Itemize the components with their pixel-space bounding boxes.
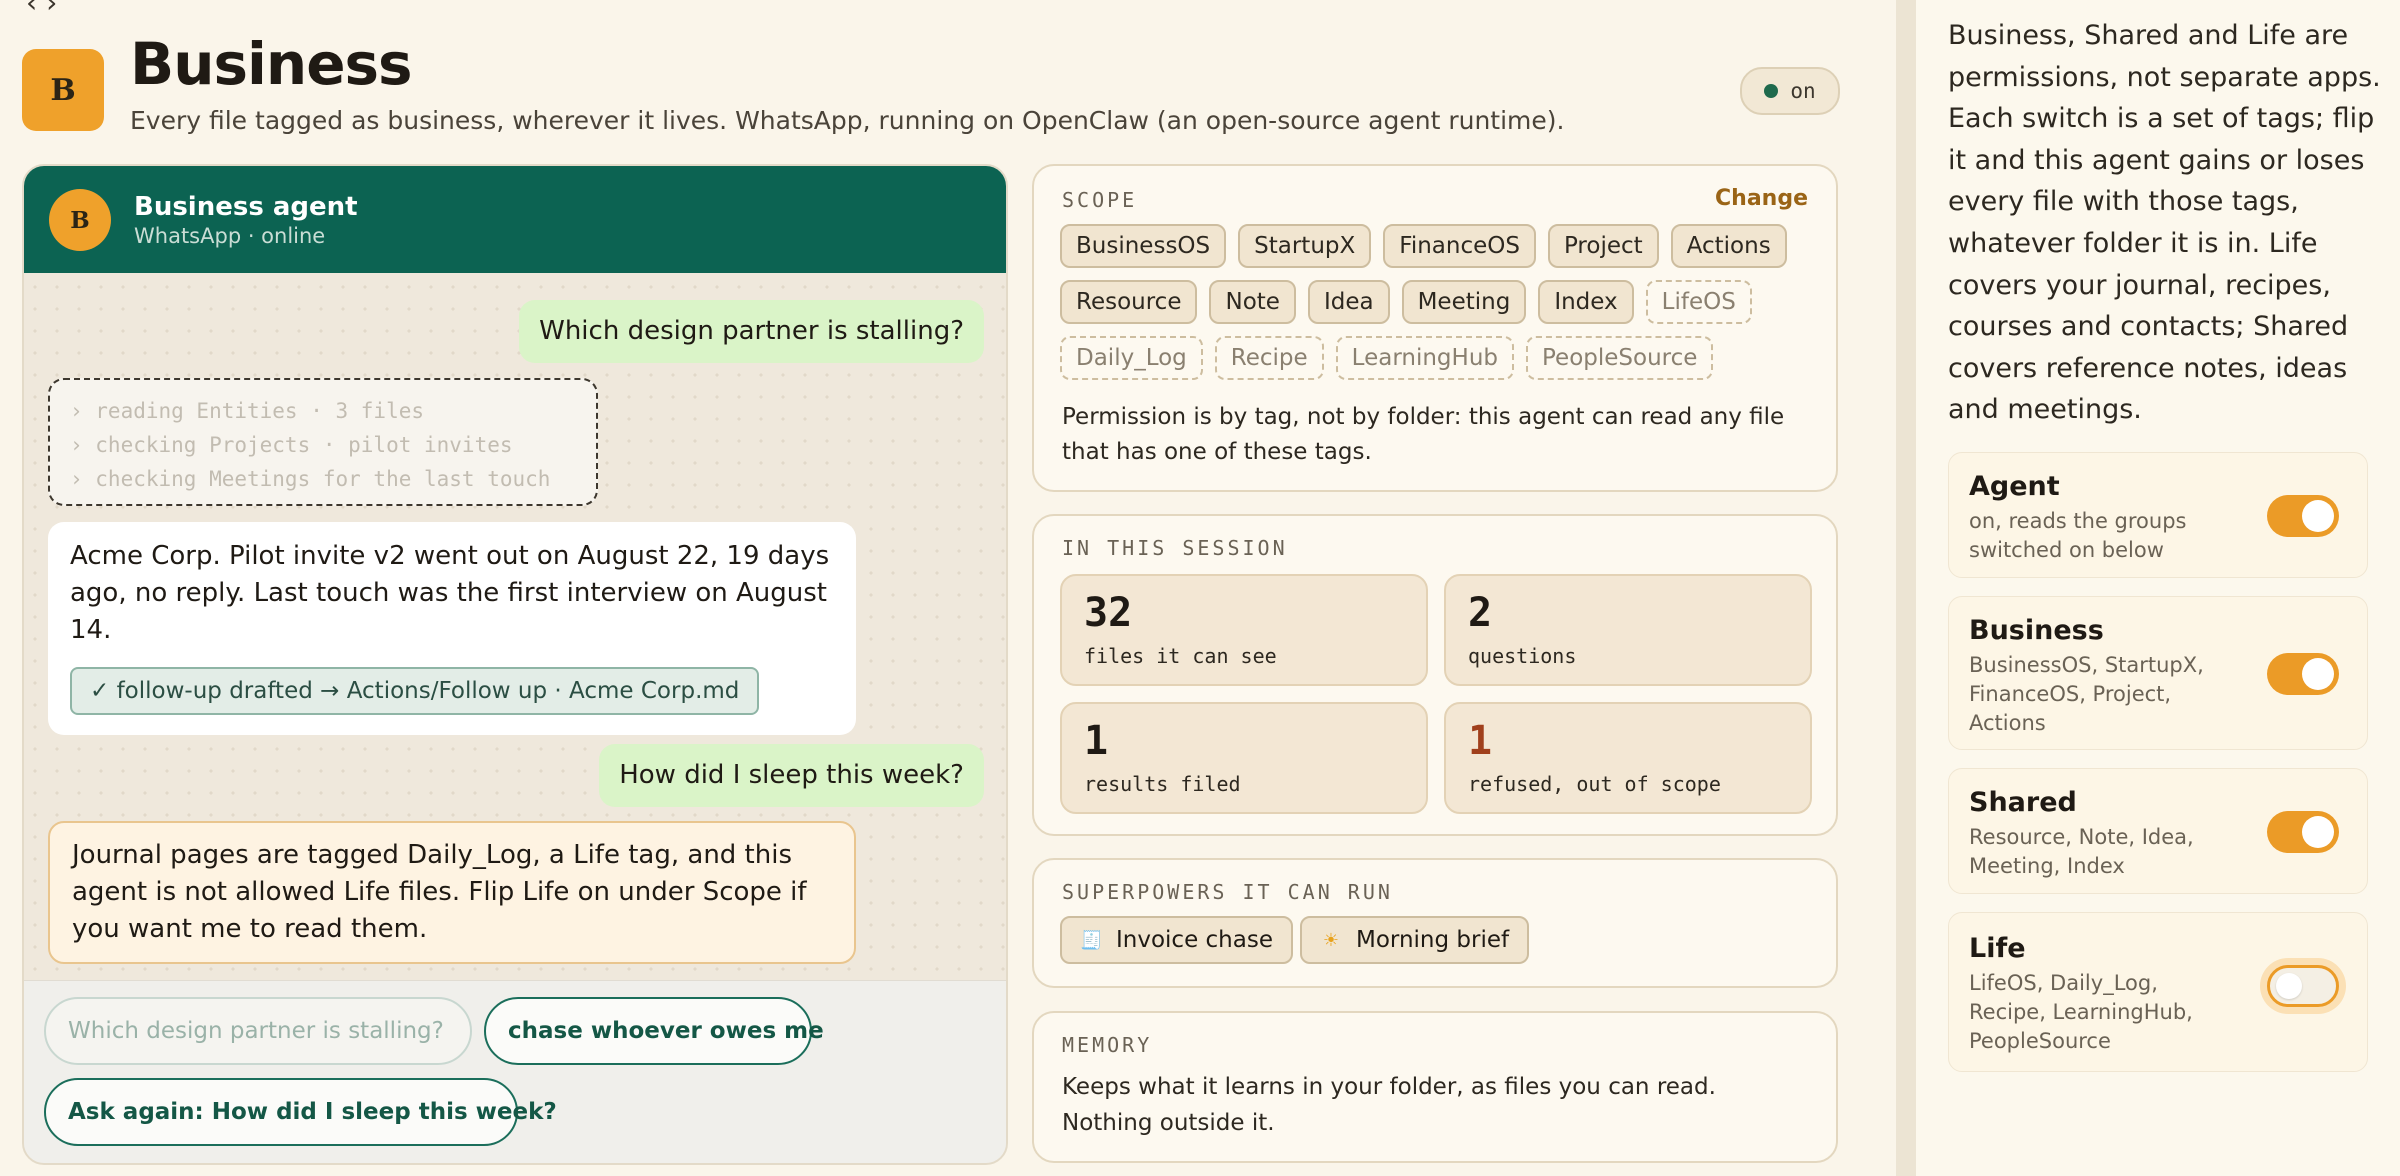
business-toggle[interactable] bbox=[2267, 653, 2339, 695]
status-toggle-pill[interactable]: on bbox=[1740, 67, 1840, 115]
session-card: IN THIS SESSION 32 files it can see 2 qu… bbox=[1032, 514, 1838, 836]
receipt-icon: 🧾 bbox=[1080, 929, 1103, 951]
trace-line: › reading Entities · 3 files bbox=[70, 399, 425, 423]
life-toggle[interactable] bbox=[2267, 965, 2339, 1007]
page-subtitle: Every file tagged as business, wherever … bbox=[130, 106, 1565, 135]
toggle-knob bbox=[2276, 973, 2302, 999]
stat-label: results filed bbox=[1084, 772, 1241, 796]
session-label: IN THIS SESSION bbox=[1062, 536, 1288, 560]
user-message: Which design partner is stalling? bbox=[519, 300, 984, 363]
scope-tag-excluded: LifeOS bbox=[1645, 280, 1752, 324]
permission-desc: BusinessOS, StartupX, FinanceOS, Project… bbox=[1969, 653, 2204, 735]
scope-tag: Note bbox=[1209, 280, 1296, 324]
stat-files-visible: 32 files it can see bbox=[1060, 574, 1428, 686]
superpower-invoice-chase[interactable]: 🧾 Invoice chase bbox=[1060, 916, 1293, 964]
permission-group-business: Business BusinessOS, StartupX, FinanceOS… bbox=[1948, 596, 2368, 750]
scope-tag-excluded: PeopleSource bbox=[1526, 336, 1714, 380]
scope-tag: Meeting bbox=[1401, 280, 1527, 324]
filed-result-chip[interactable]: ✓ follow-up drafted → Actions/Follow up … bbox=[70, 667, 760, 715]
permissions-intro: Business, Shared and Life are permission… bbox=[1948, 20, 2381, 426]
toggle-knob bbox=[2302, 816, 2334, 848]
toggle-knob bbox=[2302, 500, 2334, 532]
permission-desc: LifeOS, Daily_Log, Recipe, LearningHub, … bbox=[1969, 971, 2193, 1053]
memory-card: MEMORY Keeps what it learns in your fold… bbox=[1032, 1011, 1838, 1163]
status-dot-icon bbox=[1764, 84, 1779, 98]
permission-name: Agent bbox=[1969, 471, 2060, 502]
stat-label: refused, out of scope bbox=[1468, 772, 1721, 796]
scope-tag-list: BusinessOS StartupX FinanceOS Project Ac… bbox=[1060, 224, 1820, 380]
permission-name: Business bbox=[1969, 615, 2104, 646]
scope-tag: Actions bbox=[1670, 224, 1787, 268]
sun-icon: ☀ bbox=[1322, 929, 1340, 951]
scope-tag: Resource bbox=[1060, 280, 1198, 324]
suggestion-bar: Which design partner is stalling? chase … bbox=[24, 980, 1006, 1163]
agent-message: Acme Corp. Pilot invite v2 went out on A… bbox=[48, 522, 856, 735]
stat-questions: 2 questions bbox=[1444, 574, 1812, 686]
scope-tag: Idea bbox=[1307, 280, 1390, 324]
scope-tag-excluded: Daily_Log bbox=[1060, 336, 1203, 380]
stat-value: 32 bbox=[1084, 590, 1133, 636]
chat-panel: B Business agent WhatsApp · online Which… bbox=[22, 164, 1008, 1165]
stat-label: files it can see bbox=[1084, 644, 1277, 668]
stat-value: 1 bbox=[1468, 718, 1493, 764]
panel-divider bbox=[1896, 0, 1916, 1176]
suggestion-chip[interactable]: Ask again: How did I sleep this week? bbox=[44, 1078, 557, 1146]
agent-name: Business agent bbox=[134, 192, 358, 222]
change-scope-link[interactable]: Change bbox=[1715, 186, 1808, 211]
permissions-sidebar: Business, Shared and Life are permission… bbox=[1916, 0, 2400, 1176]
scope-tag: Project bbox=[1547, 224, 1659, 268]
suggestion-chip[interactable]: chase whoever owes me bbox=[484, 997, 824, 1065]
stat-refused: 1 refused, out of scope bbox=[1444, 702, 1812, 814]
scope-tag: BusinessOS bbox=[1060, 224, 1227, 268]
scope-note: Permission is by tag, not by folder: thi… bbox=[1062, 404, 1785, 465]
memory-text: Keeps what it learns in your folder, as … bbox=[1062, 1074, 1716, 1136]
app-logo: B bbox=[22, 49, 104, 131]
stat-value: 2 bbox=[1468, 590, 1493, 636]
permission-desc: on, reads the groups switched on below bbox=[1969, 509, 2187, 562]
status-label: on bbox=[1790, 79, 1816, 103]
permission-group-life: Life LifeOS, Daily_Log, Recipe, Learning… bbox=[1948, 912, 2368, 1072]
stat-results-filed: 1 results filed bbox=[1060, 702, 1428, 814]
permission-desc: Resource, Note, Idea, Meeting, Index bbox=[1969, 825, 2194, 878]
chat-header: B Business agent WhatsApp · online bbox=[24, 166, 1006, 273]
agent-refusal-message: Journal pages are tagged Daily_Log, a Li… bbox=[48, 821, 856, 964]
scope-tag: Index bbox=[1538, 280, 1634, 324]
stat-value: 1 bbox=[1084, 718, 1109, 764]
superpower-label: Invoice chase bbox=[1116, 927, 1273, 953]
agent-avatar: B bbox=[49, 189, 111, 251]
agent-toggle[interactable] bbox=[2267, 495, 2339, 537]
scope-label: SCOPE bbox=[1062, 188, 1138, 212]
shared-toggle[interactable] bbox=[2267, 811, 2339, 853]
superpower-morning-brief[interactable]: ☀ Morning brief bbox=[1300, 916, 1530, 964]
scope-tag-excluded: Recipe bbox=[1214, 336, 1324, 380]
superpowers-card: SUPERPOWERS IT CAN RUN 🧾 Invoice chase ☀… bbox=[1032, 858, 1838, 988]
permission-group-shared: Shared Resource, Note, Idea, Meeting, In… bbox=[1948, 768, 2368, 894]
agent-status: WhatsApp · online bbox=[134, 224, 326, 248]
scope-tag: FinanceOS bbox=[1383, 224, 1536, 268]
agent-message-text: Acme Corp. Pilot invite v2 went out on A… bbox=[70, 541, 830, 645]
scope-tag: StartupX bbox=[1238, 224, 1372, 268]
superpowers-label: SUPERPOWERS IT CAN RUN bbox=[1062, 880, 1393, 904]
trace-line: › checking Projects · pilot invites bbox=[70, 433, 513, 457]
agent-trace: › reading Entities · 3 files › checking … bbox=[48, 378, 598, 506]
user-message: How did I sleep this week? bbox=[599, 744, 984, 807]
back-nav-icon[interactable]: ‹ › bbox=[26, 0, 57, 19]
superpower-label: Morning brief bbox=[1356, 927, 1510, 953]
scope-card: SCOPE Change BusinessOS StartupX Finance… bbox=[1032, 164, 1838, 492]
memory-label: MEMORY bbox=[1062, 1033, 1153, 1057]
permission-group-agent: Agent on, reads the groups switched on b… bbox=[1948, 452, 2368, 578]
trace-line: › checking Meetings for the last touch bbox=[70, 467, 551, 491]
permission-name: Shared bbox=[1969, 787, 2077, 818]
page-title: Business bbox=[130, 30, 413, 98]
stat-label: questions bbox=[1468, 644, 1577, 668]
scope-tag-excluded: LearningHub bbox=[1335, 336, 1514, 380]
permission-name: Life bbox=[1969, 933, 2026, 964]
suggestion-chip[interactable]: Which design partner is stalling? bbox=[44, 997, 472, 1065]
toggle-knob bbox=[2302, 658, 2334, 690]
